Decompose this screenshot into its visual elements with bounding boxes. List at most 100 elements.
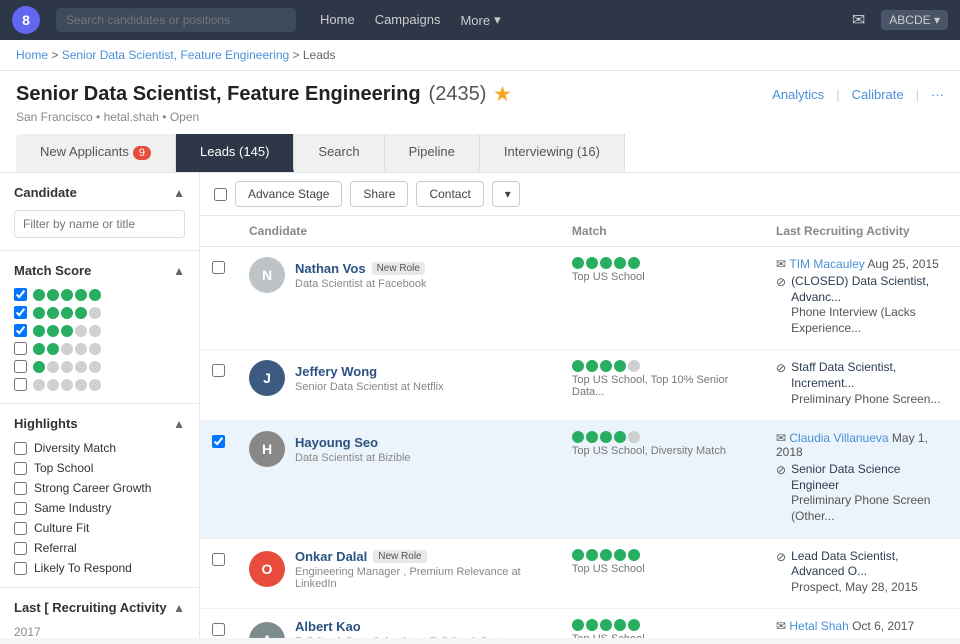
highlight-item[interactable]: Strong Career Growth	[14, 481, 185, 495]
tab-search[interactable]: Search	[294, 134, 384, 172]
highlight-item[interactable]: Diversity Match	[14, 441, 185, 455]
nav-links: Home Campaigns More ▾	[320, 12, 501, 28]
tab-interviewing-(16)[interactable]: Interviewing (16)	[480, 134, 625, 172]
contact-button[interactable]: Contact	[416, 181, 483, 207]
highlights-list: Diversity Match Top School Strong Career G…	[14, 441, 185, 575]
col-activity: Last Recruiting Activity	[764, 216, 960, 247]
col-candidate: Candidate	[237, 216, 560, 247]
highlight-checkbox[interactable]	[14, 442, 27, 455]
action-bar: Advance Stage Share Contact ▾	[200, 173, 960, 216]
nav-campaigns[interactable]: Campaigns	[375, 12, 441, 28]
highlight-checkbox[interactable]	[14, 462, 27, 475]
activity-line1: Senior Data Science Engineer	[791, 462, 948, 493]
match-dots	[33, 343, 101, 355]
match-score-checkbox[interactable]	[14, 306, 27, 319]
match-score-checkbox[interactable]	[14, 288, 27, 301]
last-recruiting-header[interactable]: Last [ Recruiting Activity ▲	[14, 600, 185, 615]
highlight-item[interactable]: Likely To Respond	[14, 561, 185, 575]
chevron-up-icon: ▲	[173, 417, 185, 431]
calibrate-link[interactable]: Calibrate	[852, 87, 904, 102]
new-role-badge: New Role	[373, 550, 426, 563]
breadcrumb-home[interactable]: Home	[16, 48, 48, 62]
more-actions-dropdown[interactable]: ▾	[492, 181, 520, 207]
row-checkbox[interactable]	[212, 364, 225, 377]
empty-dot	[47, 361, 59, 373]
match-label: Top US School	[572, 633, 752, 638]
highlight-label: Culture Fit	[34, 521, 89, 535]
match-row	[14, 324, 185, 337]
table-row[interactable]: NNathan VosNew RoleData Scientist at Fac…	[200, 247, 960, 350]
table-row[interactable]: HHayoung SeoData Scientist at BizibleTop…	[200, 421, 960, 538]
last-recruiting-value: 2017	[14, 625, 185, 638]
candidate-filter-input[interactable]	[14, 210, 185, 238]
match-dots	[572, 257, 752, 269]
user-menu[interactable]: ABCDE ▾	[881, 10, 948, 30]
filled-dot	[89, 289, 101, 301]
match-label: Top US School, Diversity Match	[572, 445, 752, 457]
highlight-label: Top School	[34, 461, 93, 475]
empty-dot	[75, 325, 87, 337]
candidate-name[interactable]: Onkar DalalNew Role	[295, 549, 548, 564]
match-score-checkbox[interactable]	[14, 342, 27, 355]
filter-activity-icon: ⊘	[776, 550, 786, 564]
filled-dot	[61, 289, 73, 301]
filled-dot	[33, 343, 45, 355]
filled-dot	[572, 431, 584, 443]
share-button[interactable]: Share	[350, 181, 408, 207]
avatar: N	[249, 257, 285, 293]
table-row[interactable]: JJeffery WongSenior Data Scientist at Ne…	[200, 350, 960, 421]
advance-stage-button[interactable]: Advance Stage	[235, 181, 342, 207]
candidate-section-header[interactable]: Candidate ▲	[14, 185, 185, 200]
empty-dot	[75, 361, 87, 373]
analytics-link[interactable]: Analytics	[772, 87, 824, 102]
highlight-item[interactable]: Culture Fit	[14, 521, 185, 535]
empty-dot	[33, 379, 45, 391]
tab-leads-(145)[interactable]: Leads (145)	[176, 134, 294, 172]
highlight-checkbox[interactable]	[14, 482, 27, 495]
match-score-checkbox[interactable]	[14, 360, 27, 373]
filled-dot	[614, 619, 626, 631]
highlight-item[interactable]: Top School	[14, 461, 185, 475]
nav-home[interactable]: Home	[320, 12, 355, 28]
activity-line2: Phone Interview (Lacks Experience...	[791, 305, 948, 336]
highlight-checkbox[interactable]	[14, 562, 27, 575]
match-score-checkbox[interactable]	[14, 378, 27, 391]
select-all-checkbox[interactable]	[214, 188, 227, 201]
filled-dot	[61, 325, 73, 337]
highlight-item[interactable]: Same Industry	[14, 501, 185, 515]
breadcrumb-job[interactable]: Senior Data Scientist, Feature Engineeri…	[62, 48, 289, 62]
row-checkbox[interactable]	[212, 261, 225, 274]
highlight-checkbox[interactable]	[14, 542, 27, 555]
candidate-name[interactable]: Hayoung Seo	[295, 435, 411, 450]
avatar: A	[249, 622, 285, 638]
row-checkbox[interactable]	[212, 623, 225, 636]
highlight-checkbox[interactable]	[14, 522, 27, 535]
global-search-input[interactable]	[56, 8, 296, 32]
row-checkbox[interactable]	[212, 435, 225, 448]
filled-dot	[614, 431, 626, 443]
table-row[interactable]: AAlbert KaoFull Stack Data Scientist at …	[200, 609, 960, 638]
match-score-checkbox[interactable]	[14, 324, 27, 337]
candidate-name[interactable]: Nathan VosNew Role	[295, 261, 426, 276]
more-actions[interactable]: ···	[931, 87, 944, 102]
breadcrumb-current: Leads	[303, 48, 336, 62]
star-icon[interactable]: ★	[494, 84, 510, 105]
nav-more[interactable]: More ▾	[460, 12, 500, 28]
avatar: H	[249, 431, 285, 467]
tab-pipeline[interactable]: Pipeline	[385, 134, 480, 172]
highlights-header[interactable]: Highlights ▲	[14, 416, 185, 431]
table-row[interactable]: OOnkar DalalNew RoleEngineering Manager …	[200, 538, 960, 609]
filter-activity-icon: ⊘	[776, 361, 786, 375]
candidate-name[interactable]: Jeffery Wong	[295, 364, 444, 379]
tab-new-applicants[interactable]: New Applicants9	[16, 134, 176, 172]
tab-bar: New Applicants9Leads (145)SearchPipeline…	[16, 134, 944, 172]
candidate-name[interactable]: Albert Kao	[295, 619, 548, 634]
highlight-label: Same Industry	[34, 501, 111, 515]
highlight-item[interactable]: Referral	[14, 541, 185, 555]
mail-icon[interactable]: ✉	[852, 10, 865, 30]
highlight-checkbox[interactable]	[14, 502, 27, 515]
filled-dot	[628, 549, 640, 561]
row-checkbox[interactable]	[212, 553, 225, 566]
match-score-header[interactable]: Match Score ▲	[14, 263, 185, 278]
filled-dot	[614, 360, 626, 372]
